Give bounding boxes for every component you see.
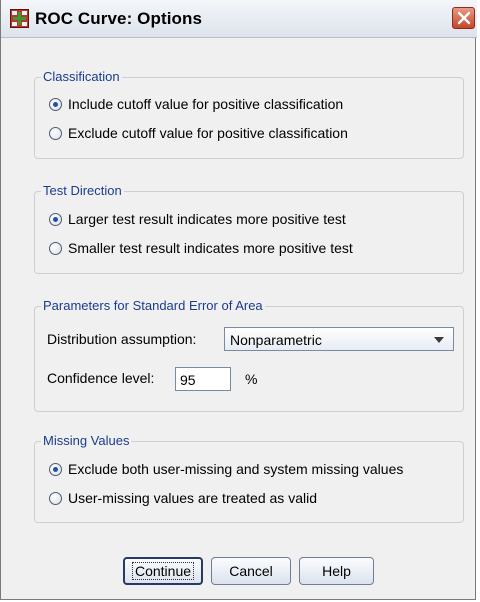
title-bar[interactable]: ROC Curve: Options [1,0,477,38]
confidence-input[interactable]: 95 [175,367,231,391]
exclude-cutoff-radio[interactable] [49,126,62,140]
confidence-label: Confidence level: [47,370,155,386]
smaller-test-radio[interactable] [49,241,62,255]
test-direction-legend: Test Direction [41,183,124,198]
close-icon [457,11,471,25]
dialog-title: ROC Curve: Options [35,9,203,28]
missing-values-group: Missing Values Exclude both user-missing… [34,433,464,523]
test-direction-group: Test Direction Larger test result indica… [34,183,464,274]
classification-legend: Classification [41,69,122,84]
exclude-missing-label: Exclude both user-missing and system mis… [68,461,404,477]
larger-test-label: Larger test result indicates more positi… [68,211,346,227]
user-missing-valid-label: User-missing values are treated as valid [68,490,317,506]
include-cutoff-option[interactable]: Include cutoff value for positive classi… [49,96,343,112]
smaller-test-option[interactable]: Smaller test result indicates more posit… [49,240,353,256]
chevron-down-icon [434,337,444,343]
distribution-select[interactable]: Nonparametric [224,327,454,351]
help-label: Help [322,563,351,579]
larger-test-option[interactable]: Larger test result indicates more positi… [49,211,346,227]
percent-unit: % [245,371,258,387]
classification-group: Classification Include cutoff value for … [34,69,464,159]
include-cutoff-radio[interactable] [49,97,62,111]
help-button[interactable]: Help [299,557,374,585]
user-missing-valid-option[interactable]: User-missing values are treated as valid [49,490,317,506]
std-error-legend: Parameters for Standard Error of Area [41,298,265,313]
cancel-label: Cancel [229,563,273,579]
cancel-button[interactable]: Cancel [211,557,291,585]
user-missing-valid-radio[interactable] [49,491,62,505]
smaller-test-label: Smaller test result indicates more posit… [68,240,353,256]
continue-label: Continue [131,562,195,580]
include-cutoff-label: Include cutoff value for positive classi… [68,96,344,112]
std-error-group: Parameters for Standard Error of Area Di… [34,298,464,412]
exclude-cutoff-label: Exclude cutoff value for positive classi… [68,125,348,141]
exclude-cutoff-option[interactable]: Exclude cutoff value for positive classi… [49,125,348,141]
exclude-missing-radio[interactable] [49,462,62,476]
close-button[interactable] [452,7,475,29]
distribution-value: Nonparametric [230,332,322,348]
larger-test-radio[interactable] [49,212,62,226]
distribution-label: Distribution assumption: [47,331,197,347]
missing-values-legend: Missing Values [41,433,132,448]
app-icon [10,9,29,28]
exclude-missing-option[interactable]: Exclude both user-missing and system mis… [49,461,403,477]
dialog-window: ROC Curve: Options Classification Includ… [0,0,477,600]
continue-button[interactable]: Continue [123,557,203,585]
